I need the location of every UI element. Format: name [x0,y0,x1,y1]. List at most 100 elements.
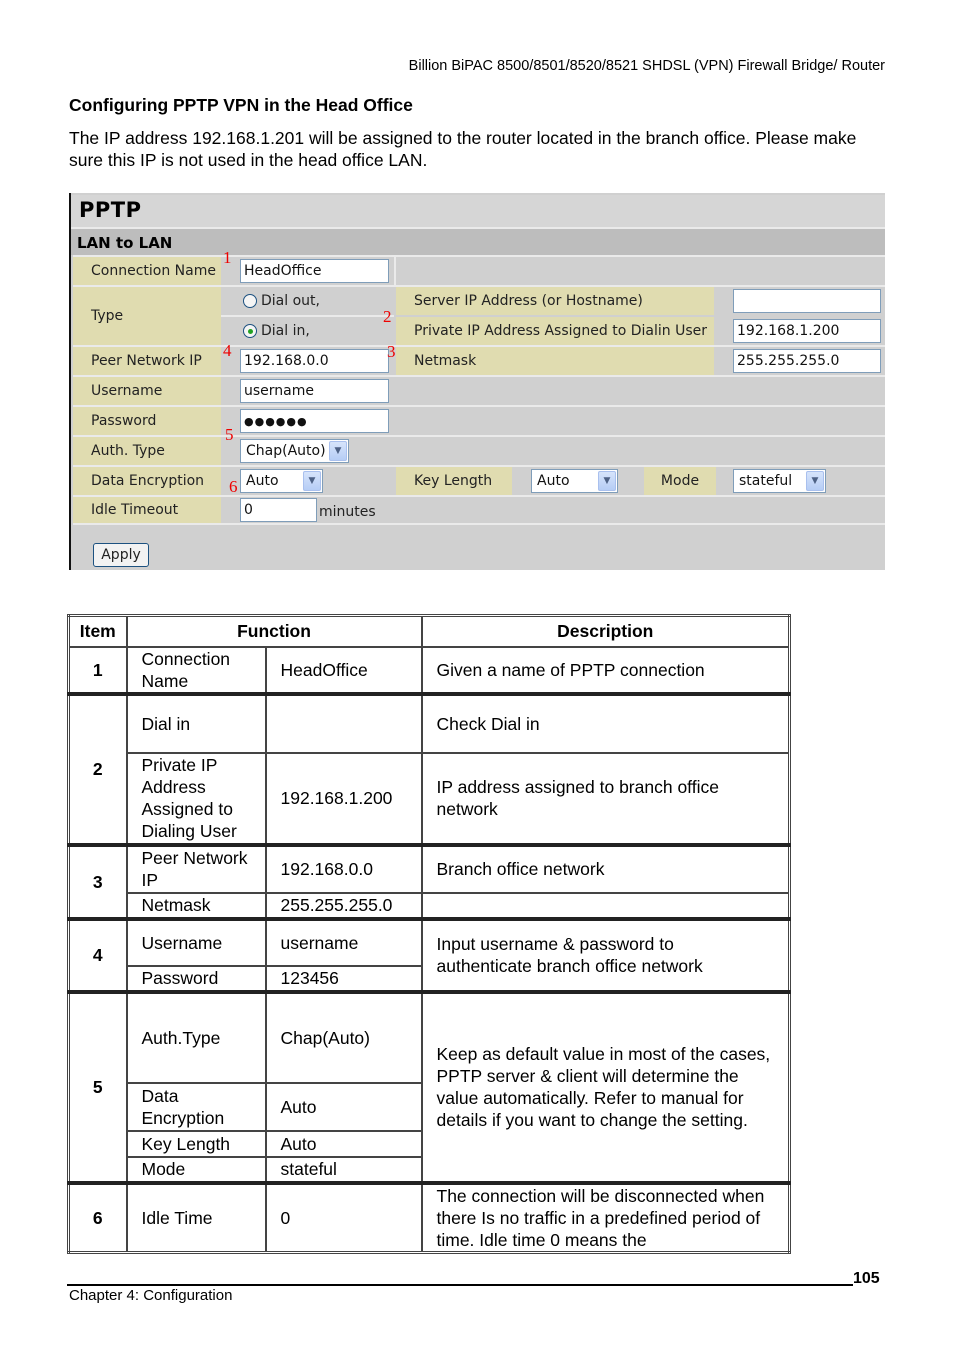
running-header: Billion BiPAC 8500/8501/8520/8521 SHDSL … [408,58,885,74]
function-cell: Auth.Type [125,989,267,1084]
function-cell: Mode [125,1155,267,1184]
row-encryption: Data Encryption Auto ▼ Key Length Auto ▼… [73,465,885,495]
value-cell: username [264,916,423,967]
value-cell: stateful [264,1155,423,1184]
header-function: Function [125,614,423,648]
divider [73,523,885,525]
row-peer-network: Peer Network IP 192.168.0.0 Netmask 255.… [73,345,885,375]
auth-type-select[interactable]: Chap(Auto) ▼ [240,439,349,463]
description-cell: Branch office network [420,842,791,894]
dial-out-label: Dial out, [261,293,320,309]
value-cell: HeadOffice [264,645,423,695]
description-cell: The connection will be disconnected when… [420,1180,791,1254]
item-number: 2 [67,691,128,846]
peer-network-ip-input[interactable]: 192.168.0.0 [240,349,389,373]
item-number: 1 [67,645,128,695]
value-cell: Auto [264,1081,423,1132]
divider [394,257,396,285]
description-cell: Keep as default value in most of the cas… [420,989,791,1184]
function-cell: Password [125,964,267,993]
pptp-title: PPTP [71,195,885,227]
key-length-select[interactable]: Auto ▼ [531,469,618,493]
mode-select[interactable]: stateful ▼ [733,469,826,493]
chevron-down-icon: ▼ [806,471,824,491]
value-cell: Chap(Auto) [264,989,423,1084]
radio-checked-icon [243,324,257,338]
private-ip-input[interactable]: 192.168.1.200 [733,319,881,343]
intro-paragraph: The IP address 192.168.1.201 will be ass… [69,128,857,170]
mode-value: stateful [739,473,793,489]
auth-type-value: Chap(Auto) [246,443,326,459]
marker-2: 2 [383,307,392,326]
function-cell: Dial in [125,691,267,754]
function-cell: Netmask [125,891,267,920]
table-row: 3 Peer Network IP 192.168.0.0 Branch off… [67,842,791,920]
server-ip-input[interactable] [733,289,881,313]
value-cell: 255.255.255.0 [264,891,423,920]
password-label: Password [73,407,221,435]
footer-rule [67,1284,853,1286]
table-row: 4 Username username Input username & pas… [67,916,791,993]
chevron-down-icon: ▼ [329,441,347,461]
netmask-label: Netmask [396,347,714,375]
table-row: Private IP Address Assigned to Dialing U… [69,751,791,846]
row-connection-name: Connection Name HeadOffice [73,255,885,285]
section-title: Configuring PPTP VPN in the Head Office [69,95,413,115]
data-encryption-value: Auto [246,473,279,489]
peer-network-ip-label: Peer Network IP [73,347,221,375]
key-length-label: Key Length [396,467,512,495]
username-label: Username [73,377,221,405]
header-item: Item [67,614,128,648]
data-encryption-select[interactable]: Auto ▼ [240,469,323,493]
dial-out-radio[interactable]: Dial out, [243,293,320,309]
marker-6: 6 [229,477,238,496]
row-auth-type: Auth. Type Chap(Auto) ▼ [73,435,885,465]
lan-to-lan-title: LAN to LAN [71,227,885,255]
row-type: Type Dial out, Dial in, Server IP Addres… [73,285,885,345]
dial-in-radio[interactable]: Dial in, [243,323,310,339]
table-row: 6 Idle Time 0 The connection will be dis… [67,1180,791,1254]
netmask-input[interactable]: 255.255.255.0 [733,349,881,373]
function-cell: Data Encryption [125,1081,267,1132]
mode-label: Mode [644,467,716,495]
row-idle-timeout: Idle Timeout 0 minutes [73,495,885,523]
description-cell: Given a name of PPTP connection [420,645,791,695]
value-cell: 192.168.0.0 [264,842,423,894]
minutes-unit: minutes [319,504,376,520]
radio-unchecked-icon [243,294,257,308]
idle-timeout-label: Idle Timeout [73,497,221,523]
row-username: Username username [73,375,885,405]
table-row: 5 Auth.Type Chap(Auto) Keep as default v… [67,989,791,1184]
data-encryption-label: Data Encryption [73,467,221,495]
function-cell: Key Length [125,1129,267,1158]
key-length-value: Auto [537,473,570,489]
apply-button[interactable]: Apply [93,543,149,567]
idle-timeout-input[interactable]: 0 [240,498,317,522]
server-ip-label: Server IP Address (or Hostname) [396,287,714,315]
table-row: Netmask 255.255.255.0 [69,891,791,920]
item-number: 5 [67,989,128,1184]
value-cell: 192.168.1.200 [264,751,423,846]
value-cell: Auto [264,1129,423,1158]
connection-name-input[interactable]: HeadOffice [240,259,389,283]
marker-1: 1 [223,248,232,267]
chapter-label: Chapter 4: Configuration [69,1287,233,1304]
description-cell: IP address assigned to branch office net… [420,751,791,846]
value-cell [264,691,423,754]
password-input[interactable]: ●●●●●● [240,409,389,433]
divider [221,315,394,317]
username-input[interactable]: username [240,379,389,403]
table-row: 1 Connection Name HeadOffice Given a nam… [67,645,791,695]
value-cell: 123456 [264,964,423,993]
function-cell: Private IP Address Assigned to Dialing U… [125,751,267,846]
item-number: 3 [67,842,128,920]
item-number: 6 [67,1180,128,1254]
function-table: Item Function Description 1 Connection N… [67,614,791,1254]
table-row: 2 Dial in Check Dial in [67,691,791,846]
function-cell: Username [125,916,267,967]
row-password: Password ●●●●●● [73,405,885,435]
marker-3: 3 [387,342,396,361]
value-cell: 0 [264,1180,423,1254]
connection-name-label: Connection Name [73,257,221,285]
function-cell: Connection Name [125,645,267,695]
